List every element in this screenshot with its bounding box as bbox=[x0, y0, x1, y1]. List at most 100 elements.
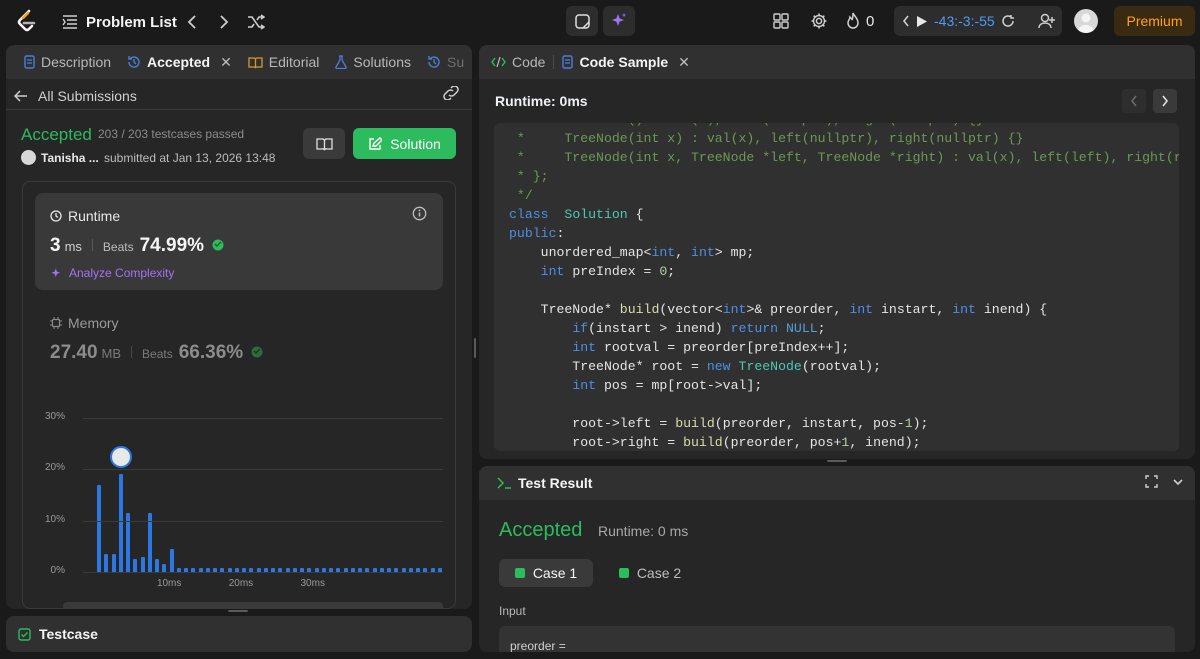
document-icon bbox=[24, 55, 35, 69]
code-editor[interactable]: * TreeNode() : val(0), left(nullptr), ri… bbox=[494, 123, 1179, 451]
chart-bar[interactable] bbox=[169, 548, 174, 572]
memory-card[interactable]: Memory 27.40 MB Beats 66.36% bbox=[35, 306, 443, 366]
chevron-left-icon[interactable] bbox=[902, 15, 910, 27]
collapse-icon[interactable] bbox=[1172, 475, 1186, 489]
tab-accepted[interactable]: Accepted ✕ bbox=[119, 45, 240, 79]
case-1-tab[interactable]: Case 1 bbox=[499, 559, 593, 587]
divider bbox=[131, 346, 133, 358]
chart-bar[interactable] bbox=[126, 512, 130, 572]
x-tick-label: 30ms bbox=[300, 578, 325, 589]
notes-button[interactable] bbox=[303, 128, 345, 159]
layout-icon[interactable] bbox=[767, 7, 795, 35]
settings-gear-icon[interactable] bbox=[805, 7, 833, 35]
analyze-complexity-link[interactable]: Analyze Complexity bbox=[50, 266, 174, 280]
streak-counter[interactable]: 0 bbox=[846, 10, 874, 32]
add-friend-icon[interactable] bbox=[1033, 7, 1061, 35]
case-2-tab[interactable]: Case 2 bbox=[603, 559, 697, 587]
tab-description[interactable]: Description bbox=[16, 45, 119, 79]
reset-icon[interactable] bbox=[1001, 14, 1015, 28]
open-book-icon bbox=[315, 137, 333, 150]
problem-list-button[interactable]: Problem List bbox=[86, 12, 177, 32]
horizontal-resize-handle[interactable] bbox=[827, 460, 847, 462]
test-result-title: Test Result bbox=[518, 475, 593, 491]
runtime-value: 3 bbox=[50, 235, 61, 256]
checkbox-icon bbox=[18, 627, 31, 641]
clap-icon bbox=[251, 346, 263, 358]
chart-bar[interactable] bbox=[97, 484, 101, 572]
leetcode-logo[interactable] bbox=[14, 8, 40, 34]
chart-gridline bbox=[83, 572, 443, 573]
result-status: Accepted bbox=[499, 519, 583, 541]
tab-submissions[interactable]: Su bbox=[419, 45, 472, 79]
close-tab-icon[interactable]: ✕ bbox=[220, 54, 232, 71]
share-link-icon[interactable] bbox=[442, 85, 462, 106]
runtime-card[interactable]: Runtime 3 ms Beats 74.99% Analyze Comple… bbox=[35, 193, 443, 290]
memory-beats-value: 66.36% bbox=[178, 342, 244, 363]
close-tab-icon[interactable]: ✕ bbox=[678, 54, 690, 71]
code-panel: Code Code Sample ✕ Runtime: 0ms * TreeNo… bbox=[479, 45, 1195, 459]
runtime-unit: ms bbox=[64, 239, 82, 254]
tab-solutions[interactable]: Solutions bbox=[327, 45, 419, 79]
notes-icon[interactable] bbox=[566, 6, 598, 36]
y-tick-label: 30% bbox=[44, 411, 65, 422]
input-label: Input bbox=[499, 604, 526, 618]
maximize-icon[interactable] bbox=[1145, 475, 1159, 489]
clock-icon bbox=[50, 210, 62, 222]
code-prev-button[interactable] bbox=[1122, 89, 1146, 113]
code-tab-bar: Code Code Sample ✕ bbox=[479, 45, 1195, 79]
edit-icon bbox=[369, 136, 383, 150]
info-icon[interactable] bbox=[412, 206, 428, 222]
avatar[interactable] bbox=[1074, 9, 1098, 33]
code-next-button[interactable] bbox=[1153, 89, 1177, 113]
user-name[interactable]: Tanisha ... bbox=[41, 151, 99, 165]
divider bbox=[91, 239, 93, 251]
testcase-panel[interactable]: Testcase bbox=[6, 616, 472, 652]
code-line: class Solution { bbox=[509, 207, 644, 222]
next-problem-icon[interactable] bbox=[210, 8, 238, 36]
timer-value: -43:-3:-55 bbox=[934, 13, 995, 29]
chart-bar[interactable] bbox=[104, 554, 109, 572]
memory-label: Memory bbox=[68, 315, 119, 331]
sparkle-icon bbox=[51, 267, 61, 277]
chart-gridline bbox=[83, 469, 443, 471]
code-line: */ bbox=[509, 188, 533, 203]
tab-editorial[interactable]: Editorial bbox=[240, 45, 328, 79]
ai-sparkle-icon[interactable] bbox=[603, 6, 635, 36]
tab-test-result[interactable]: Test Result bbox=[489, 466, 600, 500]
problem-list-icon[interactable] bbox=[60, 12, 80, 32]
your-submission-marker[interactable] bbox=[109, 446, 132, 469]
x-tick-label: 20ms bbox=[228, 578, 254, 589]
left-resize-handle[interactable] bbox=[228, 610, 248, 612]
code-line: * }; bbox=[509, 169, 549, 184]
stats-container: Runtime 3 ms Beats 74.99% Analyze Comple… bbox=[22, 181, 456, 609]
code-line: root->left = build(preorder, instart, po… bbox=[509, 416, 929, 431]
tab-code[interactable]: Code bbox=[483, 45, 553, 79]
tab-accepted-label: Accepted bbox=[147, 54, 211, 70]
chip-icon bbox=[50, 317, 62, 329]
tab-code-sample-label: Code Sample bbox=[579, 54, 669, 70]
chart-bar[interactable] bbox=[155, 559, 159, 572]
chart-bar[interactable] bbox=[118, 474, 123, 572]
code-line: if(instart > inend) return NULL; bbox=[572, 321, 826, 336]
chart-bar[interactable] bbox=[147, 512, 152, 572]
chart-gridline bbox=[83, 418, 443, 419]
chart-bar[interactable] bbox=[133, 559, 138, 572]
vertical-resize-handle[interactable] bbox=[474, 338, 476, 358]
runtime-label: Runtime bbox=[68, 208, 121, 224]
play-icon[interactable] bbox=[916, 15, 928, 28]
chart-scroll-bar[interactable] bbox=[63, 602, 443, 609]
result-runtime: Runtime: 0 ms bbox=[598, 523, 689, 539]
back-link[interactable]: All Submissions bbox=[14, 86, 137, 106]
chart-bar[interactable] bbox=[162, 564, 167, 572]
tab-code-sample[interactable]: Code Sample ✕ bbox=[554, 45, 697, 79]
chart-bar[interactable] bbox=[111, 554, 116, 572]
premium-button[interactable]: Premium bbox=[1114, 6, 1195, 36]
flask-icon bbox=[335, 55, 348, 69]
solution-button[interactable]: Solution bbox=[353, 128, 456, 159]
memory-value: 27.40 bbox=[50, 342, 98, 363]
prev-problem-icon[interactable] bbox=[178, 8, 206, 36]
code-line: TreeNode* build(vector<int>& preorder, i… bbox=[509, 302, 1048, 317]
chart-bar[interactable] bbox=[140, 556, 145, 572]
shuffle-icon[interactable] bbox=[242, 8, 270, 36]
